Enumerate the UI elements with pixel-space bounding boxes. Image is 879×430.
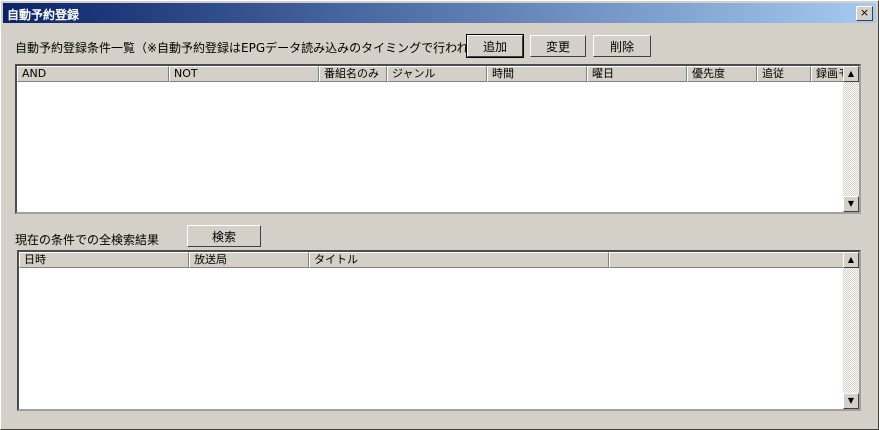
col-not[interactable]: NOT: [169, 66, 319, 82]
scroll-down-icon[interactable]: ▼: [843, 196, 859, 212]
col-follow[interactable]: 追従: [757, 66, 811, 82]
scroll-down-icon[interactable]: ▼: [843, 393, 859, 409]
col-empty[interactable]: [609, 252, 845, 268]
edit-button[interactable]: 変更: [530, 35, 586, 57]
col-and[interactable]: AND: [17, 66, 169, 82]
col-datetime[interactable]: 日時: [19, 252, 189, 268]
col-title[interactable]: タイトル: [309, 252, 609, 268]
results-list-header: 日時 放送局 タイトル: [19, 252, 845, 268]
col-weekday[interactable]: 曜日: [587, 66, 687, 82]
title-bar[interactable]: 自動予約登録 ×: [3, 3, 876, 23]
col-time[interactable]: 時間: [487, 66, 587, 82]
col-station[interactable]: 放送局: [189, 252, 309, 268]
col-genre[interactable]: ジャンル: [387, 66, 487, 82]
search-button[interactable]: 検索: [187, 225, 261, 247]
add-button[interactable]: 追加: [466, 34, 524, 58]
conditions-scrollbar[interactable]: ▲ ▼: [843, 66, 859, 212]
window-title: 自動予約登録: [7, 8, 80, 22]
scroll-up-icon[interactable]: ▲: [843, 252, 859, 268]
col-title-only[interactable]: 番組名のみ: [319, 66, 387, 82]
auto-reserve-window: 自動予約登録 × 自動予約登録条件一覧（※自動予約登録はEPGデータ読み込みのタ…: [0, 0, 879, 430]
close-icon[interactable]: ×: [856, 6, 873, 21]
results-scrollbar[interactable]: ▲ ▼: [843, 252, 859, 409]
conditions-label: 自動予約登録条件一覧（※自動予約登録はEPGデータ読み込みのタイミングで行われま…: [15, 41, 505, 55]
results-list[interactable]: 日時 放送局 タイトル ▲ ▼: [17, 250, 861, 411]
results-label: 現在の条件での全検索結果: [15, 233, 160, 247]
conditions-list[interactable]: AND NOT 番組名のみ ジャンル 時間 曜日 優先度 追従 録画モ ▲ ▼: [15, 64, 861, 214]
conditions-list-header: AND NOT 番組名のみ ジャンル 時間 曜日 優先度 追従 録画モ: [17, 66, 851, 82]
col-priority[interactable]: 優先度: [687, 66, 757, 82]
scroll-up-icon[interactable]: ▲: [843, 66, 859, 82]
delete-button[interactable]: 削除: [593, 35, 651, 57]
